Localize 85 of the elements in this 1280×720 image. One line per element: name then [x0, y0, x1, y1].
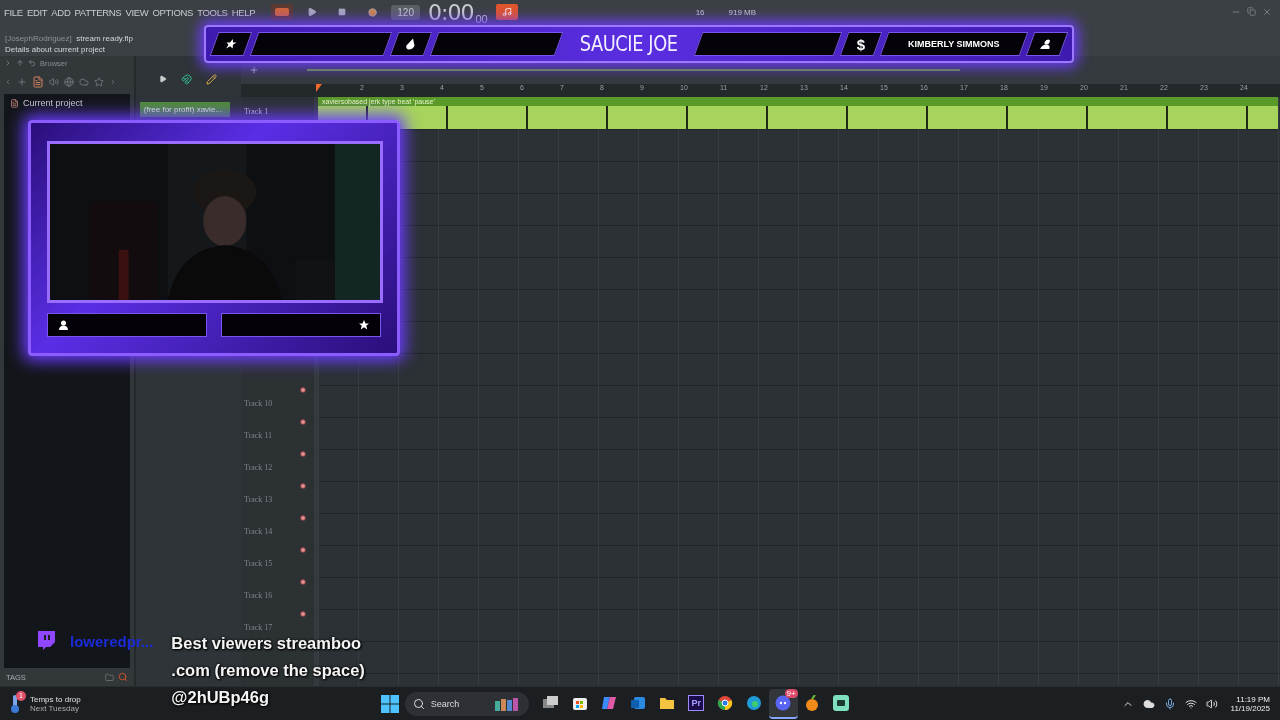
playhead-marker	[316, 84, 322, 92]
mail-icon	[630, 694, 647, 711]
user-icon	[58, 319, 70, 331]
stop-icon	[338, 8, 347, 16]
premiere-icon: Pr	[688, 694, 704, 711]
track-name[interactable]: Track 15	[244, 559, 273, 568]
record-dot-icon[interactable]	[300, 387, 306, 393]
menu-item[interactable]: TOOLS	[197, 6, 228, 18]
taskbar-app-button[interactable]: 9+	[768, 688, 798, 719]
taskbar-app-button[interactable]: Pr	[681, 688, 711, 719]
weather-title: Temps to drop	[30, 694, 81, 704]
track-name[interactable]: Track 14	[244, 527, 273, 536]
close-icon[interactable]	[1262, 7, 1272, 17]
twitch-icon	[36, 630, 56, 650]
memory-reading: 919 MB	[728, 7, 757, 17]
record-dot-icon[interactable]	[300, 547, 306, 553]
currency-slot: $	[839, 32, 883, 56]
wifi-icon[interactable]	[1184, 697, 1197, 710]
cpu-reading: 16	[695, 7, 705, 17]
menu-item[interactable]: OPTIONS	[152, 6, 194, 18]
hint-text: Details about current project	[5, 44, 106, 54]
star-icon	[358, 319, 370, 331]
track-name[interactable]: Track 16	[244, 591, 273, 600]
menu-item[interactable]: PATTERNS	[74, 6, 122, 18]
track-name[interactable]: Track 10	[244, 399, 273, 408]
menu-item[interactable]: VIEW	[125, 6, 149, 18]
fruit-icon	[805, 694, 820, 711]
weather-subtitle: Next Tuesday	[30, 703, 79, 713]
document-icon	[10, 98, 19, 108]
project-icon[interactable]	[32, 76, 44, 88]
menu-item[interactable]: ADD	[51, 6, 71, 18]
magnet-icon[interactable]	[181, 73, 193, 85]
mode-toggle[interactable]	[271, 4, 294, 20]
banner-title: SAUCIE JOE	[578, 32, 679, 56]
track-name[interactable]: Track 12	[244, 463, 273, 472]
menu-item[interactable]: FILE	[4, 6, 23, 18]
clock[interactable]: 11:19 PM 11/19/2025	[1230, 694, 1270, 713]
play-icon	[307, 7, 318, 17]
cloud-icon[interactable]	[1142, 697, 1155, 710]
star-icon[interactable]	[94, 77, 104, 87]
name-slot: KIMBERLY SIMMONS	[879, 32, 1029, 56]
folder-icon	[659, 695, 676, 710]
toggle-icon	[275, 8, 290, 16]
menu-item[interactable]: HELP	[231, 6, 256, 18]
add-track-icon[interactable]	[249, 65, 259, 75]
start-icon[interactable]	[380, 694, 399, 713]
project-file-hint: [JosephRodriguez] stream ready.flp	[5, 32, 133, 45]
record-dot-icon[interactable]	[300, 419, 306, 425]
menu-item[interactable]: EDIT	[26, 6, 48, 18]
record-dot-icon[interactable]	[300, 579, 306, 585]
search-icon	[412, 697, 425, 710]
track-name[interactable]: Track 1	[244, 107, 269, 116]
volume-icon[interactable]	[1205, 697, 1218, 710]
books-icon	[492, 696, 521, 711]
record-icon	[367, 7, 377, 17]
channel-button[interactable]: (free for profit) xavie...	[139, 102, 230, 117]
record-dot-icon[interactable]	[300, 483, 306, 489]
chat-username: loweredpr...	[70, 633, 154, 650]
record-dot-icon[interactable]	[300, 451, 306, 457]
track-name[interactable]: Track 13	[244, 495, 273, 504]
microphone-icon[interactable]	[1163, 697, 1176, 710]
globe-icon[interactable]	[64, 77, 74, 87]
discord-icon	[775, 694, 792, 711]
track-name[interactable]: Track 17	[244, 623, 273, 632]
time-display: 0:00	[427, 0, 474, 25]
pencil-icon[interactable]	[206, 73, 218, 85]
tempo-display[interactable]: 120	[391, 4, 420, 20]
windows-stack-icon	[543, 695, 560, 710]
edge-icon	[746, 694, 763, 711]
copilot-icon	[601, 694, 618, 711]
chrome-icon	[717, 694, 734, 711]
back-icon[interactable]	[28, 59, 36, 67]
expand-icon[interactable]	[4, 59, 12, 67]
search-field[interactable]: Search	[404, 691, 529, 716]
chat-message: Best viewers streamboo .com (remove the space) @2hUBp46g	[171, 633, 365, 708]
folder-name: Current project	[23, 98, 83, 108]
record-dot-icon[interactable]	[300, 611, 306, 617]
record-dot-icon[interactable]	[300, 515, 306, 521]
notification-badge: 9+	[784, 688, 798, 698]
track-name[interactable]: Track 11	[244, 431, 273, 440]
play-icon[interactable]	[159, 75, 168, 83]
time-display-subseconds: 00	[475, 12, 488, 25]
typing-keyboard-button[interactable]	[495, 4, 518, 20]
chat-app-icon	[833, 694, 850, 711]
search-icon[interactable]	[117, 672, 128, 682]
